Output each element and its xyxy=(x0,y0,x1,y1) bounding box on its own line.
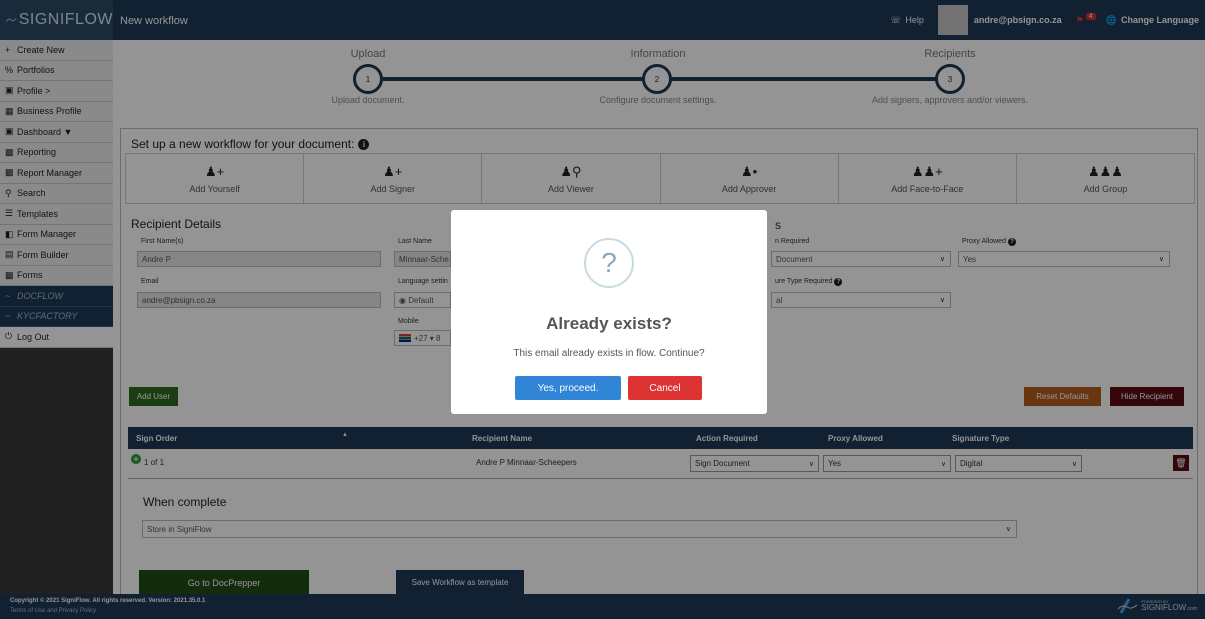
cancel-button[interactable]: Cancel xyxy=(628,376,702,400)
dialog-message: This email already exists in flow. Conti… xyxy=(513,348,705,359)
question-icon: ? xyxy=(584,238,634,288)
already-exists-dialog: ? Already exists? This email already exi… xyxy=(451,210,767,414)
dialog-title: Already exists? xyxy=(546,314,672,333)
yes-proceed-button[interactable]: Yes, proceed. xyxy=(515,376,621,400)
